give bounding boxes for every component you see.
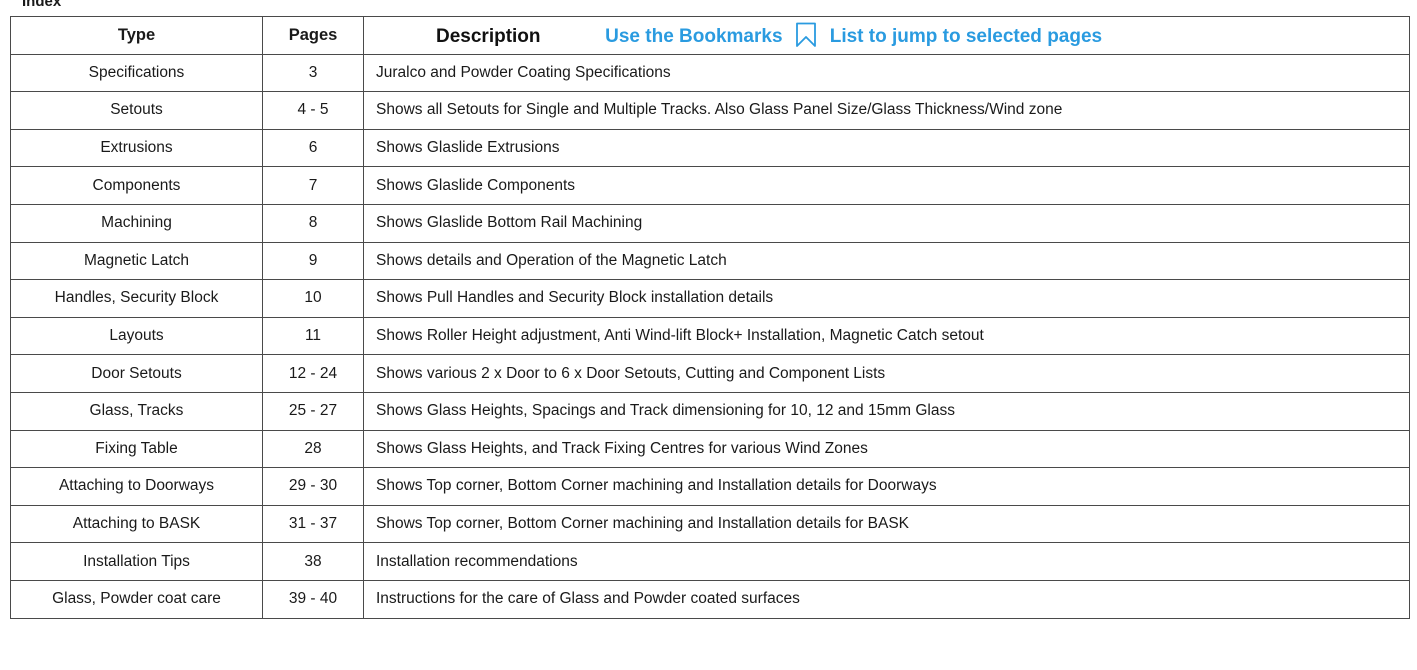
row-description-cell: Shows Glass Heights, Spacings and Track … (363, 391, 1410, 431)
bookmarks-hint-end: List to jump to selected pages (829, 26, 1103, 48)
row-description-cell: Shows Glaslide Extrusions (363, 128, 1410, 168)
row-type-cell: Extrusions (10, 128, 263, 168)
row-pages-cell: 11 (262, 316, 364, 356)
row-description-cell: Instructions for the care of Glass and P… (363, 579, 1410, 619)
row-description-cell: Juralco and Powder Coating Specification… (363, 53, 1410, 93)
index-table: Type Pages Description Use the Bookmarks… (10, 16, 1410, 619)
row-type-cell: Fixing Table (10, 429, 263, 469)
row-type-cell: Glass, Tracks (10, 391, 263, 431)
row-pages-cell: 28 (262, 429, 364, 469)
row-pages-cell: 4 - 5 (262, 91, 364, 130)
table-row: Installation Tips 38 Installation recommen… (10, 542, 1410, 581)
row-pages-cell: 12 - 24 (262, 354, 364, 393)
table-header-row: Type Pages Description Use the Bookmarks… (10, 16, 1410, 55)
table-row: Extrusions 6 Shows Glaslide Extrusions (10, 128, 1410, 168)
table-row: Setouts 4 - 5 Shows all Setouts for Single… (10, 91, 1410, 130)
column-header-description: Description Use the Bookmarks List to ju… (363, 16, 1410, 55)
column-header-pages: Pages (262, 16, 364, 55)
table-row: Glass, Tracks 25 - 27 Shows Glass Heights,… (10, 391, 1410, 431)
table-row: Specifications 3 Juralco and Powder Coatin… (10, 53, 1410, 93)
table-row: Attaching to Doorways 29 - 30 Shows Top co… (10, 467, 1410, 506)
table-row: Attaching to BASK 31 - 37 Shows Top corner… (10, 504, 1410, 544)
row-description-cell: Installation recommendations (363, 542, 1410, 581)
row-description-cell: Shows details and Operation of the Magne… (363, 241, 1410, 281)
row-pages-cell: 29 - 30 (262, 467, 364, 506)
row-type-cell: Specifications (10, 53, 263, 93)
row-description-cell: Shows various 2 x Door to 6 x Door Setou… (363, 354, 1410, 393)
row-type-cell: Handles, Security Block (10, 279, 263, 318)
column-header-type: Type (10, 16, 263, 55)
row-type-cell: Machining (10, 203, 263, 243)
row-pages-cell: 31 - 37 (262, 504, 364, 544)
table-row: Layouts 11 Shows Roller Height adjustment,… (10, 316, 1410, 356)
row-pages-cell: 10 (262, 279, 364, 318)
table-row: Door Setouts 12 - 24 Shows various 2 x Doo… (10, 354, 1410, 393)
table-row: Magnetic Latch 9 Shows details and Operati… (10, 241, 1410, 281)
row-type-cell: Installation Tips (10, 542, 263, 581)
table-row: Handles, Security Block 10 Shows Pull Hand… (10, 279, 1410, 318)
table-row: Machining 8 Shows Glaslide Bottom Rail Mac… (10, 203, 1410, 243)
row-pages-cell: 39 - 40 (262, 579, 364, 619)
row-pages-cell: 9 (262, 241, 364, 281)
row-pages-cell: 8 (262, 203, 364, 243)
row-description-cell: Shows all Setouts for Single and Multipl… (363, 91, 1410, 130)
table-row: Components 7 Shows Glaslide Components (10, 166, 1410, 205)
table-row: Fixing Table 28 Shows Glass Heights, and T… (10, 429, 1410, 469)
row-type-cell: Components (10, 166, 263, 205)
row-pages-cell: 3 (262, 53, 364, 93)
table-row: Glass, Powder coat care 39 - 40 Instructio… (10, 579, 1410, 619)
row-type-cell: Attaching to BASK (10, 504, 263, 544)
row-type-cell: Magnetic Latch (10, 241, 263, 281)
row-type-cell: Glass, Powder coat care (10, 579, 263, 619)
row-type-cell: Layouts (10, 316, 263, 356)
row-type-cell: Attaching to Doorways (10, 467, 263, 506)
row-type-cell: Door Setouts (10, 354, 263, 393)
bookmarks-hint-start: Use the Bookmarks (605, 26, 783, 48)
row-description-cell: Shows Top corner, Bottom Corner machinin… (363, 467, 1410, 506)
description-header-label: Description (436, 26, 541, 48)
row-pages-cell: 7 (262, 166, 364, 205)
bookmark-icon (796, 22, 817, 48)
row-description-cell: Shows Glaslide Components (363, 166, 1410, 205)
row-description-cell: Shows Glaslide Bottom Rail Machining (363, 203, 1410, 243)
row-pages-cell: 25 - 27 (262, 391, 364, 431)
index-heading: Index (22, 0, 62, 10)
row-description-cell: Shows Pull Handles and Security Block in… (363, 279, 1410, 318)
row-description-cell: Shows Glass Heights, and Track Fixing Ce… (363, 429, 1410, 469)
row-description-cell: Shows Roller Height adjustment, Anti Win… (363, 316, 1410, 356)
row-pages-cell: 38 (262, 542, 364, 581)
row-type-cell: Setouts (10, 91, 263, 130)
row-pages-cell: 6 (262, 128, 364, 168)
row-description-cell: Shows Top corner, Bottom Corner machinin… (363, 504, 1410, 544)
